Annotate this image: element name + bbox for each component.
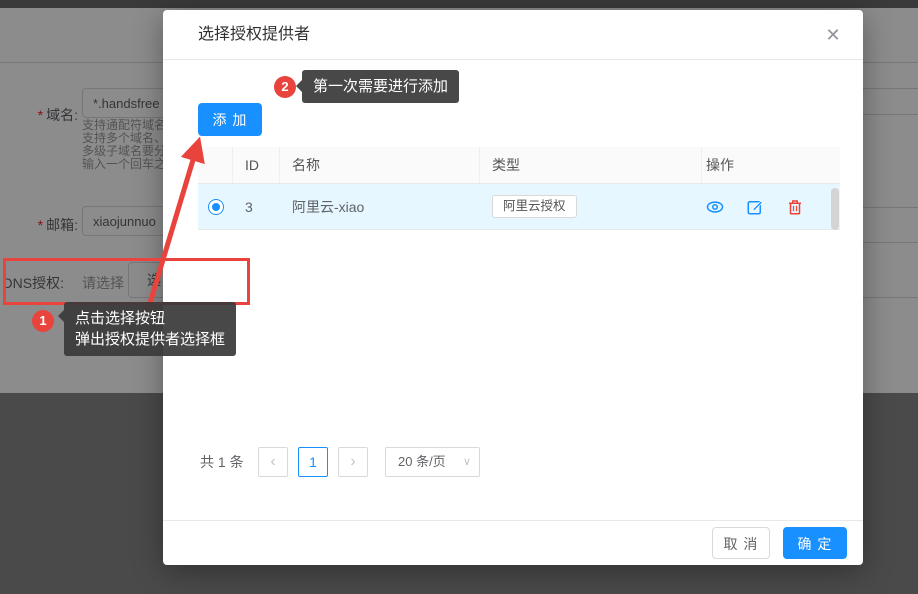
row-id-cell: 3: [233, 199, 280, 215]
row-actions-cell: [702, 198, 840, 216]
pagination-prev-icon[interactable]: ‹: [258, 447, 288, 477]
step-1-tooltip-line1: 点击选择按钮: [75, 308, 225, 329]
row-name-cell: 阿里云-xiao: [280, 197, 480, 217]
tooltip-notch: [58, 310, 64, 322]
dialog-footer: 取 消 确 定: [163, 520, 863, 565]
step-1-tooltip-line2: 弹出授权提供者选择框: [75, 329, 225, 350]
pagination-page-1[interactable]: 1: [298, 447, 328, 477]
add-button[interactable]: 添 加: [198, 103, 262, 136]
annotation-highlight-box: [3, 258, 250, 305]
select-column-header: [198, 147, 233, 183]
name-column-header: 名称: [280, 147, 480, 183]
type-tag: 阿里云授权: [492, 195, 577, 218]
dialog-title: 选择授权提供者: [198, 10, 310, 60]
chevron-down-icon: ∨: [463, 448, 471, 476]
radio-selected[interactable]: [208, 199, 224, 215]
step-1-tooltip: 点击选择按钮 弹出授权提供者选择框: [64, 302, 236, 356]
table-header-row: ID 名称 类型 操作: [198, 147, 840, 184]
page-size-value: 20 条/页: [398, 454, 446, 469]
cancel-button[interactable]: 取 消: [712, 527, 770, 559]
select-provider-dialog: 选择授权提供者 ✕ 添 加 ID 名称 类型 操作 3 阿里云-xiao 阿里云…: [163, 10, 863, 565]
dialog-header: 选择授权提供者 ✕: [163, 10, 863, 60]
edit-icon[interactable]: [746, 198, 764, 216]
provider-table: ID 名称 类型 操作 3 阿里云-xiao 阿里云授权: [198, 147, 840, 230]
tooltip-notch: [296, 80, 302, 92]
table-row[interactable]: 3 阿里云-xiao 阿里云授权: [198, 184, 840, 230]
radio-dot: [212, 203, 220, 211]
pagination: 共 1 条 ‹ 1 › 20 条/页 ∨: [163, 447, 863, 477]
row-type-cell: 阿里云授权: [480, 195, 702, 218]
type-column-header: 类型: [480, 147, 702, 183]
actions-column-header: 操作: [702, 147, 840, 183]
step-2-tooltip-text: 第一次需要进行添加: [313, 76, 448, 97]
delete-trash-icon[interactable]: [786, 198, 804, 216]
pagination-next-icon[interactable]: ›: [338, 447, 368, 477]
pagination-total: 共 1 条: [200, 447, 244, 477]
step-2-tooltip: 第一次需要进行添加: [302, 70, 459, 103]
step-1-badge: 1: [32, 310, 54, 332]
close-icon[interactable]: ✕: [821, 23, 845, 47]
view-eye-icon[interactable]: [706, 198, 724, 216]
step-2-badge: 2: [274, 76, 296, 98]
row-select-cell: [198, 199, 233, 215]
id-column-header: ID: [233, 147, 280, 183]
page-size-select[interactable]: 20 条/页 ∨: [385, 447, 480, 477]
confirm-button[interactable]: 确 定: [783, 527, 847, 559]
table-scrollbar[interactable]: [831, 188, 839, 230]
